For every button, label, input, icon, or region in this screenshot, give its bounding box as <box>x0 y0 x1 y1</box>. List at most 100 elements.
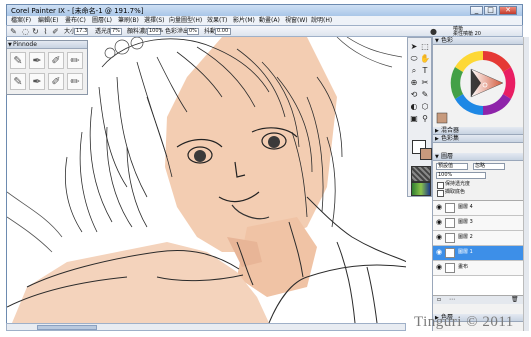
layer-row-selected[interactable]: ◉ 圖層 1 <box>433 246 523 261</box>
stroke-icon[interactable]: ⌇ <box>41 27 50 36</box>
layer-row[interactable]: ◉ 圖層 3 <box>433 216 523 231</box>
panel-column: ▼ 色彩 ▶ 混合器 ▶ 色彩集 ▼ 圖層 預設值 忽略 100% 保持透光度 … <box>432 37 523 331</box>
menu-help[interactable]: 說明(H) <box>311 16 332 25</box>
bleed-field[interactable]: 0% <box>187 28 199 35</box>
trash-icon[interactable]: 🗑 <box>511 296 519 304</box>
menu-movie[interactable]: 影片(M) <box>233 16 255 25</box>
preserve-transparency-checkbox[interactable] <box>437 182 444 189</box>
preserve-transparency-label: 保持透光度 <box>445 181 471 187</box>
pick-up-underlying-label: 擷取底色 <box>445 189 466 195</box>
jitter-field[interactable]: 0.00 <box>215 28 231 35</box>
watermark: Tinguri © 2011 <box>414 314 514 330</box>
eye-icon[interactable]: ◉ <box>436 249 443 256</box>
composite-depth-select[interactable]: 忽略 <box>473 163 505 170</box>
collapse-arrow-icon[interactable]: ▼ <box>435 153 439 161</box>
crop-tool-icon[interactable]: ⊕ <box>409 78 419 88</box>
new-layer-icon[interactable]: ▫ <box>437 296 441 304</box>
grabber-tool-icon[interactable]: ✋ <box>420 54 430 64</box>
dropper-tool-icon[interactable]: ⚲ <box>420 114 430 124</box>
menu-canvas[interactable]: 畫布(C) <box>65 16 86 25</box>
color-wheel[interactable] <box>433 45 523 127</box>
opacity-field[interactable]: 7% <box>110 28 122 35</box>
color-panel-header[interactable]: ▼ 色彩 <box>433 37 523 45</box>
collapse-arrow-icon[interactable]: ▼ <box>435 37 439 45</box>
rotate-page-tool-icon[interactable]: ⟲ <box>409 90 419 100</box>
menu-window[interactable]: 視窗(W) <box>285 16 308 25</box>
composite-method-select[interactable]: 預設值 <box>436 163 468 170</box>
dodge-tool-icon[interactable]: ◐ <box>409 102 419 112</box>
scissors-tool-icon[interactable]: ✂ <box>420 78 430 88</box>
panel-scrollbar[interactable] <box>523 37 529 331</box>
property-bar: ✎ ◌ ↻ ⌇ ✐ 大小 17.3 透光度 7% 顏料濃度 100% 色彩滲出 … <box>6 25 523 37</box>
brush-variant-cell[interactable]: ✎ <box>10 52 26 69</box>
eye-icon[interactable]: ◉ <box>436 264 443 271</box>
expand-arrow-icon[interactable]: ▶ <box>435 127 439 135</box>
paper-texture-swatch[interactable] <box>411 166 431 182</box>
layer-row[interactable]: ◉ 圖層 2 <box>433 231 523 246</box>
circle-tool-icon[interactable]: ◌ <box>21 27 30 36</box>
color-picker[interactable] <box>433 45 523 127</box>
brush-panel-header[interactable]: ▼ Pinnode <box>7 41 87 49</box>
layer-row[interactable]: ◉ 圖層 4 <box>433 201 523 216</box>
resat-field[interactable]: 100% <box>147 28 163 35</box>
layer-name: 圖層 4 <box>458 204 473 210</box>
collapse-arrow-icon[interactable]: ▼ <box>8 41 12 49</box>
brush-variant-cell[interactable]: ✏ <box>67 52 83 69</box>
window-title: Corel Painter IX - [未命名-1 @ 191.7%] <box>11 7 144 15</box>
menu-effects[interactable]: 效果(T) <box>207 16 227 25</box>
layer-actions-bar: ▫ ⋯ 🗑 <box>433 295 523 304</box>
rect-select-tool-icon[interactable]: ⬚ <box>420 42 430 52</box>
brush-tool-icon[interactable]: ✎ <box>9 27 18 36</box>
brush-variant-cell[interactable]: ✐ <box>48 73 64 90</box>
menu-brushes[interactable]: 筆刷(B) <box>118 16 139 25</box>
rotate-icon[interactable]: ↻ <box>31 27 40 36</box>
layers-panel-header[interactable]: ▼ 圖層 <box>433 153 523 161</box>
pen-icon[interactable]: ✐ <box>51 27 60 36</box>
menu-animation[interactable]: 動畫(A) <box>259 16 280 25</box>
menu-bar: 檔案(F) 編輯(E) 畫布(C) 圖層(L) 筆刷(B) 選擇(S) 向量圖型… <box>6 16 523 25</box>
color-set-panel-header[interactable]: ▶ 色彩集 <box>433 135 523 143</box>
menu-edit[interactable]: 編輯(E) <box>38 16 58 25</box>
pick-up-underlying-checkbox[interactable] <box>437 190 444 197</box>
scrollbar-thumb[interactable] <box>37 325 97 330</box>
layer-row[interactable]: ◉ 畫布 <box>433 261 523 276</box>
text-tool-icon[interactable]: T <box>420 66 430 76</box>
menu-file[interactable]: 檔案(F) <box>11 16 31 25</box>
size-field[interactable]: 17.3 <box>74 28 88 35</box>
layer-options-icon[interactable]: ⋯ <box>449 296 455 304</box>
close-button[interactable]: ✕ <box>499 6 517 15</box>
brush-panel-title: Pinnode <box>13 41 37 48</box>
brush-variant-cell[interactable]: ✒ <box>29 52 45 69</box>
menu-shapes[interactable]: 向量圖型(H) <box>169 16 202 25</box>
brush-variant-cell[interactable]: ✎ <box>10 73 26 90</box>
layer-name: 畫布 <box>458 264 469 270</box>
eye-icon[interactable]: ◉ <box>436 234 443 241</box>
brush-variant-cell[interactable]: ✒ <box>29 73 45 90</box>
menu-select[interactable]: 選擇(S) <box>144 16 165 25</box>
horizontal-scrollbar[interactable] <box>6 323 406 331</box>
toolbox: ➤ ⬚ ⬭ ✋ ⌕ T ⊕ ✂ ⟲ ✎ ◐ ⬡ ▣ ⚲ <box>407 37 432 197</box>
minimize-button[interactable]: _ <box>470 6 483 15</box>
layer-opacity-field[interactable]: 100% <box>436 172 486 179</box>
menu-layers[interactable]: 圖層(L) <box>92 16 112 25</box>
eye-icon[interactable]: ◉ <box>436 219 443 226</box>
brush-variant-cell[interactable]: ✐ <box>48 52 64 69</box>
layer-name: 圖層 2 <box>458 234 473 240</box>
color-set-panel-title: 色彩集 <box>441 135 460 142</box>
maximize-button[interactable]: □ <box>484 6 497 15</box>
mixer-panel-header[interactable]: ▶ 混合器 <box>433 127 523 135</box>
oval-select-tool-icon[interactable]: ⬭ <box>409 54 419 64</box>
brush-variant-cell[interactable]: ✏ <box>67 73 83 90</box>
pattern-swatch[interactable] <box>411 182 431 196</box>
layers-panel-title: 圖層 <box>441 153 454 160</box>
additional-color-swatch[interactable] <box>420 148 432 160</box>
expand-arrow-icon[interactable]: ▶ <box>435 135 439 143</box>
arrow-tool-icon[interactable]: ➤ <box>409 42 419 52</box>
magnifier-tool-icon[interactable]: ⌕ <box>409 66 419 76</box>
paint-bucket-tool-icon[interactable]: ▣ <box>409 114 419 124</box>
pen-tool-icon[interactable]: ✎ <box>420 90 430 100</box>
brush-preview-icon[interactable]: ● <box>429 27 438 36</box>
shape-tool-icon[interactable]: ⬡ <box>420 102 430 112</box>
eye-icon[interactable]: ◉ <box>436 204 443 211</box>
layer-name: 圖層 1 <box>458 249 473 255</box>
